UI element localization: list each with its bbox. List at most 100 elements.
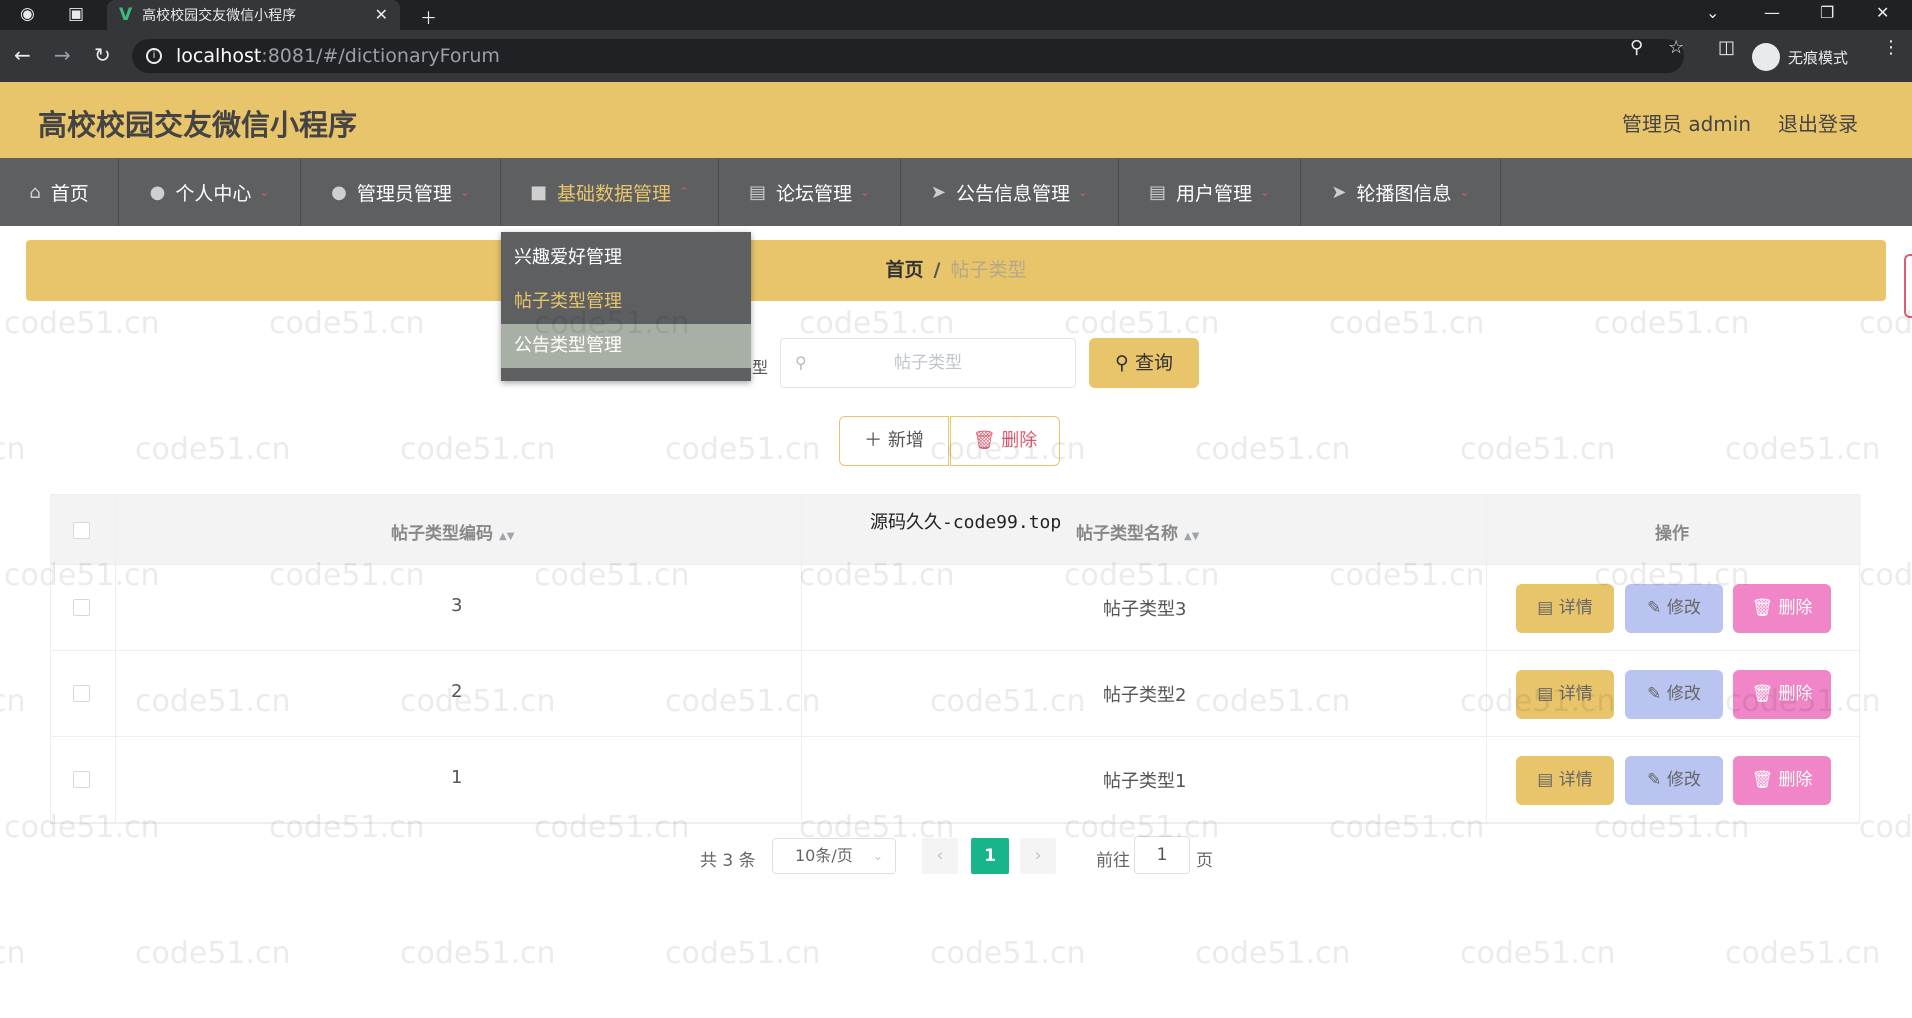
url-path: :8081/#/dictionaryForum bbox=[261, 45, 500, 67]
watermark-text: code51.cn bbox=[0, 684, 26, 719]
restore-icon[interactable]: ❐ bbox=[1820, 3, 1834, 22]
breadcrumb-separator: / bbox=[933, 259, 941, 281]
dropdown-item-post-type[interactable]: 帖子类型管理 bbox=[501, 280, 751, 324]
watermark-text: code51.cn bbox=[930, 936, 1086, 971]
tab-search-icon[interactable]: ▣ bbox=[68, 4, 84, 24]
site-info-icon[interactable]: i bbox=[146, 48, 162, 64]
plus-icon: ＋ bbox=[864, 430, 883, 451]
overlay-watermark: 源码久久-code99.top bbox=[870, 512, 1062, 533]
nav-item-label: 公告信息管理 bbox=[956, 182, 1071, 205]
window-close-icon[interactable]: ✕ bbox=[1876, 3, 1889, 22]
watermark-text: code51.cn bbox=[1195, 936, 1351, 971]
add-button[interactable]: ＋ 新增 bbox=[839, 416, 949, 466]
scroll-indicator[interactable] bbox=[1904, 254, 1912, 318]
edit-button[interactable]: ✎ 修改 bbox=[1625, 584, 1723, 633]
browser-tab[interactable]: V 高校校园交友微信小程序 ✕ bbox=[107, 0, 400, 30]
tab-list-icon[interactable]: ⌄ bbox=[1706, 3, 1719, 22]
header-type-name[interactable]: 帖子类型名称 ▲▼ bbox=[1076, 519, 1199, 544]
nav-item-home[interactable]: ⌂ 首页 bbox=[0, 158, 119, 226]
chevron-down-icon: ⌄ bbox=[859, 185, 871, 199]
table-row: 3 帖子类型3 ▤ 详情 ✎ 修改 🗑 删除 bbox=[51, 565, 1861, 651]
nav-item-carousel[interactable]: ➤ 轮播图信息 ⌄ bbox=[1301, 158, 1501, 226]
search-input[interactable]: ⚲ 帖子类型 bbox=[780, 338, 1076, 388]
forward-icon[interactable]: → bbox=[54, 43, 71, 67]
nav-item-announcements[interactable]: ➤ 公告信息管理 ⌄ bbox=[901, 158, 1119, 226]
cell-type-name: 帖子类型3 bbox=[1103, 599, 1187, 620]
row-checkbox[interactable] bbox=[73, 599, 90, 616]
delete-label: 删除 bbox=[1778, 684, 1813, 704]
sort-icon[interactable]: ▲▼ bbox=[1184, 531, 1199, 542]
close-tab-icon[interactable]: ✕ bbox=[375, 5, 388, 24]
chevron-down-icon: ⌄ bbox=[1259, 185, 1271, 199]
vue-logo-icon: V bbox=[119, 5, 133, 25]
sort-icon[interactable]: ▲▼ bbox=[499, 531, 514, 542]
chevron-left-icon: ‹ bbox=[936, 845, 944, 866]
watermark-text: code51.cn bbox=[400, 936, 556, 971]
url-host: localhost bbox=[176, 45, 262, 67]
row-checkbox[interactable] bbox=[73, 685, 90, 702]
detail-button[interactable]: ▤ 详情 bbox=[1516, 584, 1614, 633]
browser-more-icon[interactable]: ⋮ bbox=[1882, 37, 1900, 58]
edit-button[interactable]: ✎ 修改 bbox=[1625, 670, 1723, 719]
cell-type-code: 1 bbox=[451, 767, 463, 788]
app-header: 高校校园交友微信小程序 管理员 admin 退出登录 bbox=[0, 82, 1912, 158]
delete-button[interactable]: 🗑 删除 bbox=[1733, 670, 1831, 719]
delete-button[interactable]: 🗑 删除 bbox=[1733, 584, 1831, 633]
side-panel-icon[interactable]: ◫ bbox=[1718, 37, 1735, 58]
reload-icon[interactable]: ↻ bbox=[94, 43, 111, 67]
trash-icon: 🗑 bbox=[972, 430, 996, 451]
nav-item-label: 用户管理 bbox=[1175, 182, 1252, 205]
browser-menu-icon[interactable]: ◉ bbox=[20, 4, 35, 24]
page-size-select[interactable]: 10条/页 ⌄ bbox=[772, 838, 896, 874]
doc-icon: ▤ bbox=[1537, 684, 1554, 704]
nav-item-forum[interactable]: ▤ 论坛管理 ⌄ bbox=[719, 158, 901, 226]
watermark-text: code51.cn bbox=[1725, 936, 1881, 971]
nav-item-personal-center[interactable]: ● 个人中心 ⌄ bbox=[119, 158, 301, 226]
goto-page-input[interactable]: 1 bbox=[1134, 836, 1190, 874]
detail-label: 详情 bbox=[1558, 598, 1593, 618]
page-number-current[interactable]: 1 bbox=[971, 838, 1009, 874]
basic-data-dropdown: 兴趣爱好管理 帖子类型管理 公告类型管理 bbox=[501, 232, 751, 381]
select-all-checkbox[interactable] bbox=[73, 522, 90, 539]
watermark-text: code51.cn bbox=[665, 936, 821, 971]
logout-link[interactable]: 退出登录 bbox=[1778, 108, 1858, 137]
send-icon: ➤ bbox=[1331, 181, 1347, 203]
key-icon[interactable]: ⚲ bbox=[1630, 37, 1643, 58]
nav-item-users[interactable]: ▤ 用户管理 ⌄ bbox=[1119, 158, 1301, 226]
batch-delete-button[interactable]: 🗑 删除 bbox=[950, 416, 1060, 466]
forum-icon: ▤ bbox=[748, 181, 766, 203]
header-type-code[interactable]: 帖子类型编码 ▲▼ bbox=[391, 519, 514, 544]
nav-item-label: 轮播图信息 bbox=[1356, 182, 1452, 205]
dropdown-item-notice-type[interactable]: 公告类型管理 bbox=[501, 324, 751, 368]
browser-address-bar: ← → ↻ i localhost:8081/#/dictionaryForum… bbox=[0, 30, 1912, 82]
detail-button[interactable]: ▤ 详情 bbox=[1516, 756, 1614, 805]
incognito-icon bbox=[1752, 43, 1780, 71]
edit-button[interactable]: ✎ 修改 bbox=[1625, 756, 1723, 805]
query-button[interactable]: ⚲ 查询 bbox=[1089, 338, 1199, 388]
browser-tab-title: 高校校园交友微信小程序 bbox=[142, 8, 297, 24]
doc-icon: ▤ bbox=[1537, 770, 1554, 790]
back-icon[interactable]: ← bbox=[14, 43, 31, 67]
nav-item-basic-data[interactable]: ■ 基础数据管理 ⌃ bbox=[501, 158, 719, 226]
minimize-icon[interactable]: — bbox=[1764, 3, 1780, 22]
chevron-up-icon: ⌃ bbox=[678, 185, 690, 199]
admin-label: 管理员 admin bbox=[1622, 112, 1752, 136]
incognito-badge[interactable]: 无痕模式 bbox=[1752, 42, 1848, 72]
dropdown-item-hobby[interactable]: 兴趣爱好管理 bbox=[501, 236, 751, 280]
query-button-label: 查询 bbox=[1134, 352, 1173, 374]
detail-button[interactable]: ▤ 详情 bbox=[1516, 670, 1614, 719]
prev-page-button[interactable]: ‹ bbox=[922, 838, 958, 874]
delete-button[interactable]: 🗑 删除 bbox=[1733, 756, 1831, 805]
watermark-text: code51.cn bbox=[0, 936, 26, 971]
url-input[interactable]: i localhost:8081/#/dictionaryForum bbox=[132, 39, 1684, 73]
search-label: 型 bbox=[752, 358, 769, 377]
main-nav: ⌂ 首页 ● 个人中心 ⌄ ● 管理员管理 ⌄ ■ 基础数据管理 ⌃ ▤ 论坛管… bbox=[0, 158, 1912, 226]
nav-item-admin-management[interactable]: ● 管理员管理 ⌄ bbox=[301, 158, 501, 226]
doc-icon: ▤ bbox=[1537, 598, 1554, 618]
bookmark-star-icon[interactable]: ☆ bbox=[1668, 37, 1684, 58]
new-tab-icon[interactable]: ＋ bbox=[420, 4, 437, 29]
chevron-right-icon: › bbox=[1034, 845, 1042, 866]
row-checkbox[interactable] bbox=[73, 771, 90, 788]
breadcrumb-home[interactable]: 首页 bbox=[886, 259, 924, 281]
next-page-button[interactable]: › bbox=[1020, 838, 1056, 874]
